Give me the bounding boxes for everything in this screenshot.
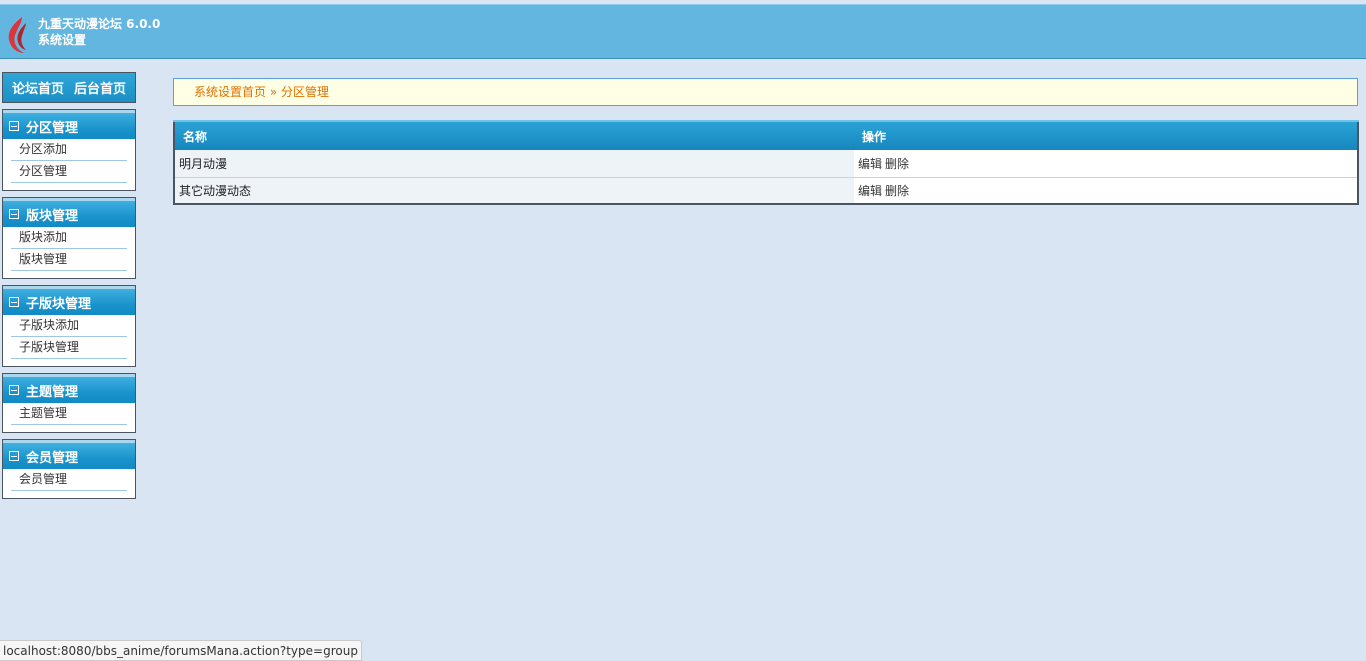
- zone-name-cell: 其它动漫动态: [174, 177, 854, 205]
- table-row: 其它动漫动态 编辑 删除: [174, 177, 1358, 205]
- menu-item-subboard-add[interactable]: 子版块添加: [11, 315, 127, 337]
- menu-header-boards[interactable]: 版块管理: [3, 198, 135, 227]
- breadcrumb: 系统设置首页 » 分区管理: [173, 78, 1358, 106]
- collapse-icon[interactable]: [9, 121, 19, 131]
- collapse-icon[interactable]: [9, 451, 19, 461]
- browser-status-bar: localhost:8080/bbs_anime/forumsMana.acti…: [0, 640, 362, 661]
- column-header-name: 名称: [174, 120, 854, 150]
- menu-item-topic-manage[interactable]: 主题管理: [11, 403, 127, 425]
- menu-group-boards: 版块管理 版块添加 版块管理: [2, 197, 136, 279]
- menu-header-members[interactable]: 会员管理: [3, 440, 135, 469]
- collapse-icon[interactable]: [9, 297, 19, 307]
- menu-item-board-manage[interactable]: 版块管理: [11, 249, 127, 271]
- menu-header-label: 版块管理: [26, 208, 79, 224]
- menu-header-subboards[interactable]: 子版块管理: [3, 286, 135, 315]
- menu-header-topics[interactable]: 主题管理: [3, 374, 135, 403]
- forum-home-link[interactable]: 论坛首页: [12, 78, 64, 97]
- edit-link[interactable]: 编辑: [858, 157, 882, 171]
- flame-logo-icon: [8, 17, 26, 53]
- menu-group-members: 会员管理 会员管理: [2, 439, 136, 499]
- app-subtitle: 系统设置: [38, 33, 87, 47]
- edit-link[interactable]: 编辑: [858, 184, 882, 198]
- menu-header-label: 分区管理: [26, 120, 79, 136]
- table-row: 明月动漫 编辑 删除: [174, 150, 1358, 178]
- column-header-actions: 操作: [854, 120, 1358, 150]
- menu-item-zone-manage[interactable]: 分区管理: [11, 161, 127, 183]
- sidebar: 论坛首页 后台首页 分区管理 分区添加 分区管理 版块管理 版块添加 版块管理 …: [2, 72, 136, 499]
- top-header: 九重天动漫论坛 6.0.0 系统设置: [0, 4, 1366, 59]
- delete-link[interactable]: 删除: [885, 184, 909, 198]
- menu-group-subboards: 子版块管理 子版块添加 子版块管理: [2, 285, 136, 367]
- menu-header-label: 主题管理: [26, 384, 79, 400]
- menu-header-label: 子版块管理: [26, 296, 92, 312]
- menu-item-member-manage[interactable]: 会员管理: [11, 469, 127, 491]
- menu-header-label: 会员管理: [26, 450, 79, 466]
- breadcrumb-separator: »: [269, 85, 278, 99]
- menu-item-board-add[interactable]: 版块添加: [11, 227, 127, 249]
- actions-cell: 编辑 删除: [854, 150, 1358, 178]
- table-header-row: 名称 操作: [174, 120, 1358, 150]
- breadcrumb-home-link[interactable]: 系统设置首页: [194, 85, 266, 99]
- brand-text: 九重天动漫论坛 6.0.0 系统设置: [38, 16, 160, 48]
- menu-group-zones: 分区管理 分区添加 分区管理: [2, 109, 136, 191]
- menu-item-subboard-manage[interactable]: 子版块管理: [11, 337, 127, 359]
- menu-item-zone-add[interactable]: 分区添加: [11, 139, 127, 161]
- admin-home-link[interactable]: 后台首页: [74, 78, 126, 97]
- actions-cell: 编辑 删除: [854, 177, 1358, 205]
- zone-name-cell: 明月动漫: [174, 150, 854, 178]
- home-links: 论坛首页 后台首页: [2, 72, 136, 103]
- collapse-icon[interactable]: [9, 209, 19, 219]
- app-title: 九重天动漫论坛 6.0.0: [38, 17, 161, 31]
- menu-header-zones[interactable]: 分区管理: [3, 110, 135, 139]
- breadcrumb-current: 分区管理: [281, 85, 330, 99]
- collapse-icon[interactable]: [9, 385, 19, 395]
- menu-group-topics: 主题管理 主题管理: [2, 373, 136, 433]
- delete-link[interactable]: 删除: [885, 157, 909, 171]
- zone-table: 名称 操作 明月动漫 编辑 删除 其它动漫动态 编辑 删除: [173, 120, 1359, 205]
